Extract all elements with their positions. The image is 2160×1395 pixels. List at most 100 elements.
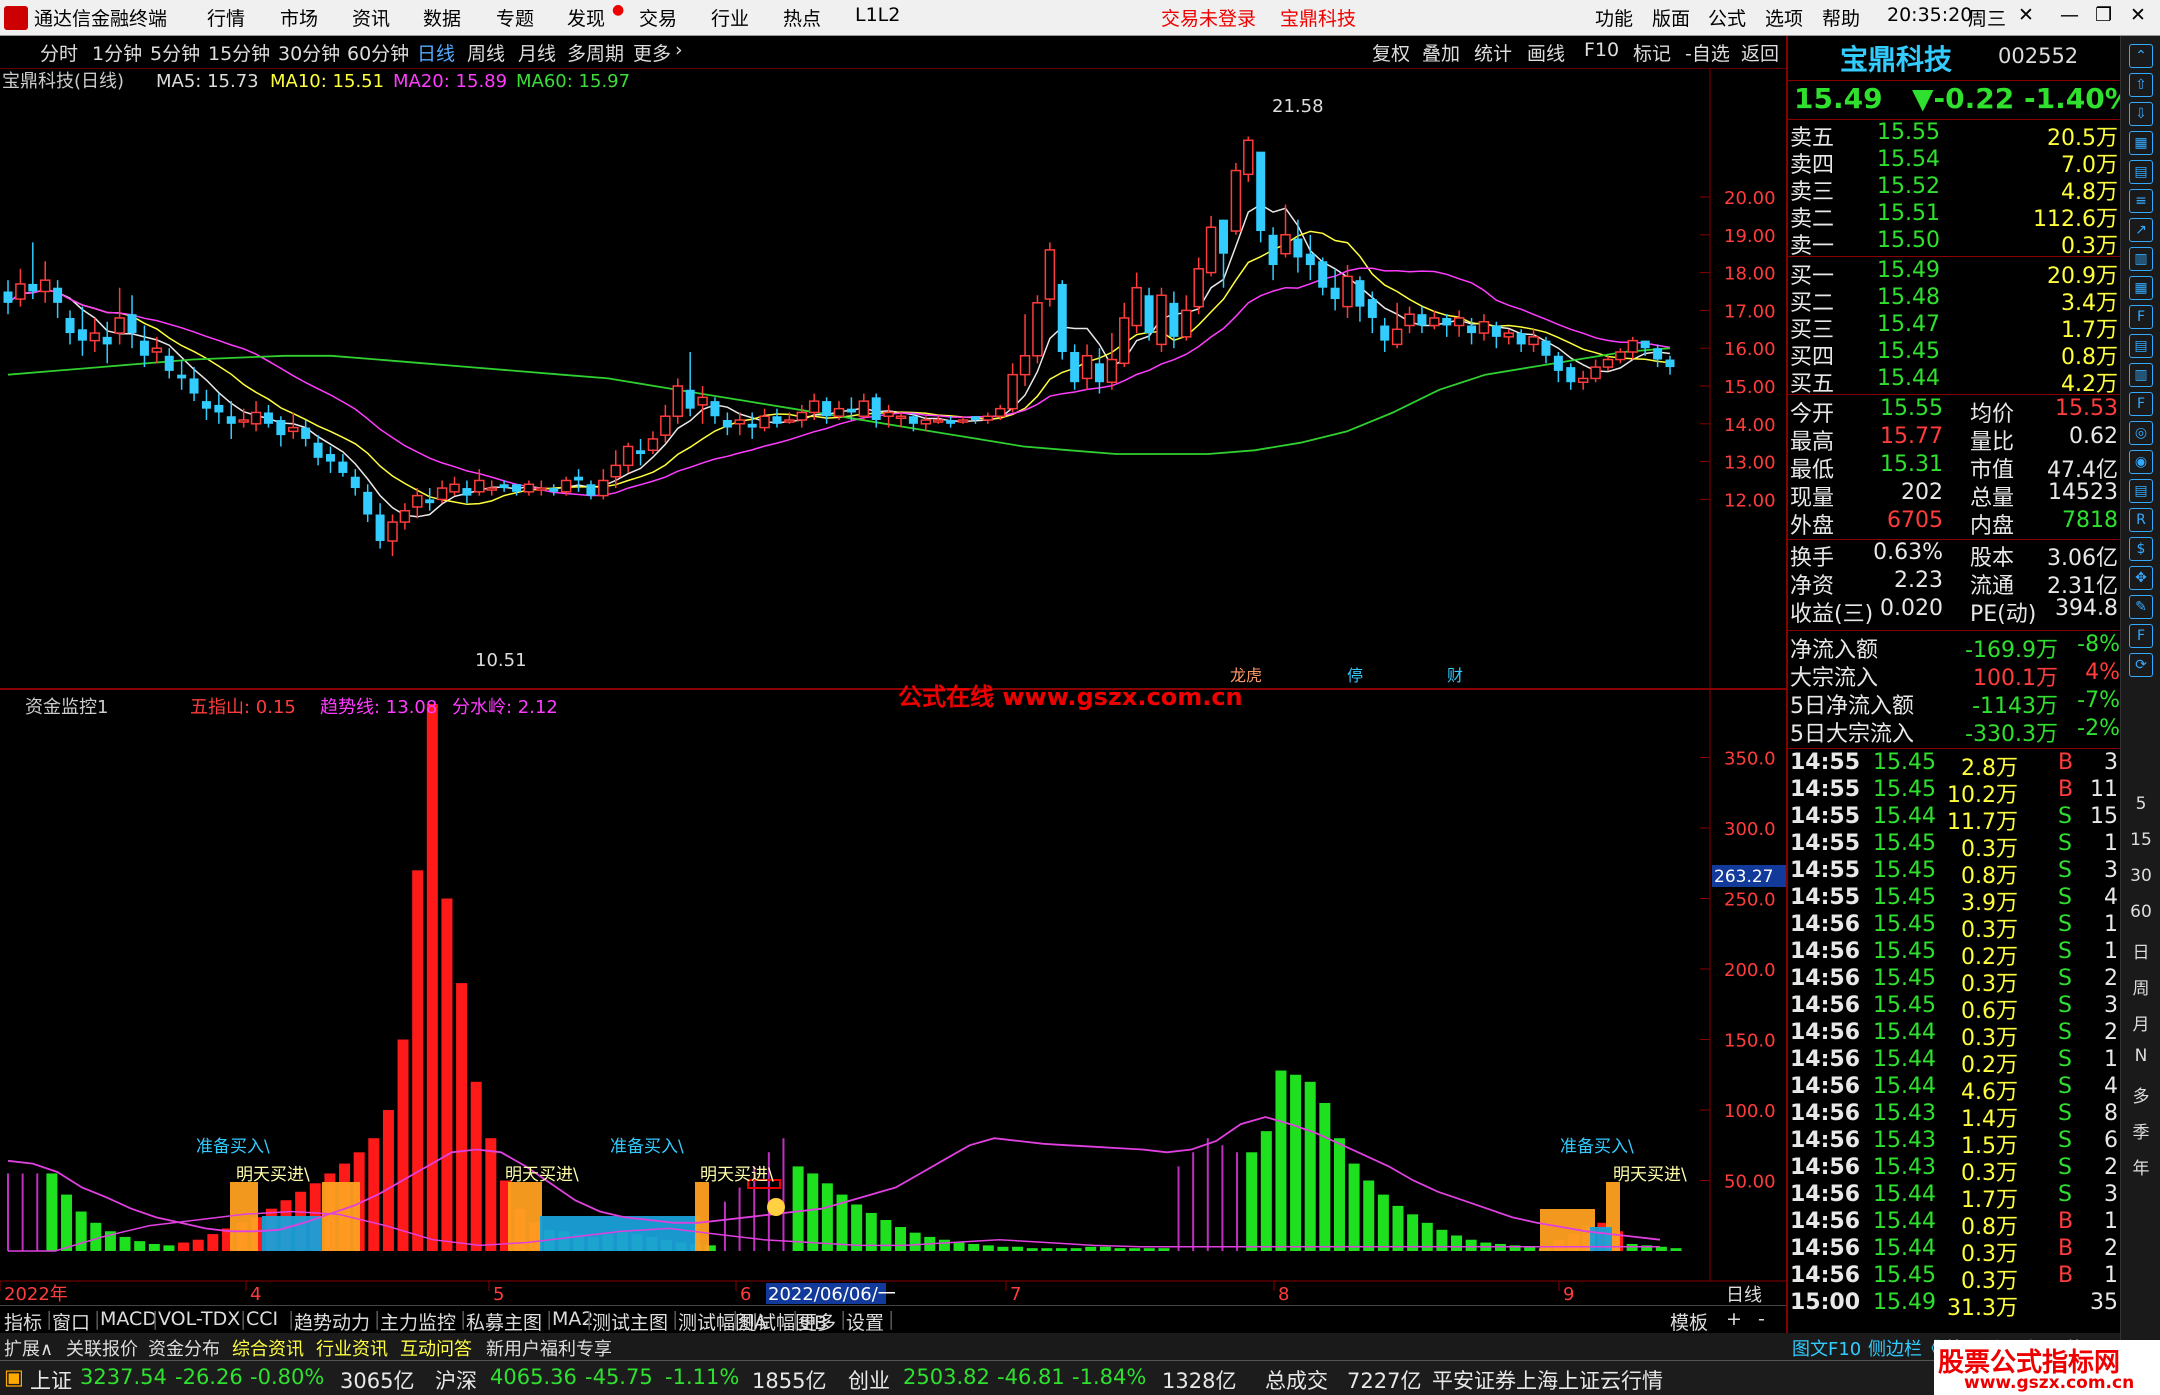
doc-icon[interactable]: ▤ <box>2129 479 2153 503</box>
close-app-icon[interactable]: ✕ <box>2018 4 2034 26</box>
tool-zixuan[interactable]: -自选 <box>1685 39 1730 66</box>
dial-icon[interactable]: ◉ <box>2129 450 2153 474</box>
indicator-tab[interactable]: 窗口 <box>52 1308 90 1335</box>
sh-label[interactable]: 上证 <box>30 1365 72 1395</box>
menu-hangqing[interactable]: 行情 <box>207 4 245 31</box>
menu-banmian[interactable]: 版面 <box>1652 4 1690 31</box>
move-icon[interactable]: ✥ <box>2129 566 2153 590</box>
menu-shichang[interactable]: 市场 <box>280 4 318 31</box>
period-15min[interactable]: 15分钟 <box>208 39 270 66</box>
period-weekly[interactable]: 周线 <box>467 39 505 66</box>
period-monthly[interactable]: 月线 <box>518 39 556 66</box>
menu-gongshi[interactable]: 公式 <box>1708 4 1746 31</box>
sidebar-period-5[interactable]: 周 <box>2121 974 2160 999</box>
f10-icon[interactable]: F <box>2129 305 2153 329</box>
trend-icon[interactable]: ↗ <box>2129 218 2153 242</box>
chart-area[interactable]: 20.00 19.00 18.00 17.00 16.00 15.00 14.00 13.00… <box>0 69 1786 1305</box>
candle-icon[interactable]: ▥ <box>2129 247 2153 271</box>
tab-sidebar[interactable]: 侧边栏《 <box>1868 1335 1940 1361</box>
close-window-icon[interactable]: ✕ <box>2130 4 2146 26</box>
tool-f10[interactable]: F10 <box>1584 39 1619 61</box>
indicator-tab[interactable]: 趋势动力 <box>294 1308 370 1335</box>
indicator-tab[interactable]: 私募主图 <box>466 1308 542 1335</box>
menu-zhuanti[interactable]: 专题 <box>496 4 534 31</box>
indicator-tab[interactable]: CCI <box>246 1308 278 1330</box>
indicator-tab[interactable]: 更多 <box>798 1308 836 1335</box>
sidebar-period-6[interactable]: 月 <box>2121 1010 2160 1035</box>
indicator-tab[interactable]: VOL-TDX <box>158 1308 240 1330</box>
indicator-tab[interactable]: 测试主图 <box>592 1308 668 1335</box>
ext-tab[interactable]: 新用户福利专享 <box>486 1335 612 1361</box>
status-menu-icon[interactable]: ▣ <box>4 1365 24 1389</box>
rsi-icon[interactable]: R <box>2129 508 2153 532</box>
compare-icon[interactable]: ◎ <box>2129 421 2153 445</box>
sidebar-period-2[interactable]: 30 <box>2121 866 2160 886</box>
bottom-minus[interactable]: - <box>1758 1308 1765 1330</box>
indicator-tab[interactable]: MACD <box>100 1308 157 1330</box>
indicator-tab[interactable]: 主力监控 <box>380 1308 456 1335</box>
sz-label[interactable]: 沪深 <box>435 1365 477 1395</box>
chart-icon[interactable]: ▦ <box>2129 131 2153 155</box>
cy-label[interactable]: 创业 <box>848 1365 890 1395</box>
period-30min[interactable]: 30分钟 <box>278 39 340 66</box>
period-fenshi[interactable]: 分时 <box>40 39 78 66</box>
ext-tab[interactable]: 资金分布 <box>148 1335 220 1361</box>
period-more[interactable]: 更多 <box>633 39 671 66</box>
menu-redian[interactable]: 热点 <box>783 4 821 31</box>
menu-zixun[interactable]: 资讯 <box>352 4 390 31</box>
indicator-tab[interactable]: 指标 <box>4 1308 42 1335</box>
ext-tab[interactable]: 扩展∧ <box>4 1335 53 1361</box>
period-60min[interactable]: 60分钟 <box>347 39 409 66</box>
period-multi[interactable]: 多周期 <box>567 39 624 66</box>
menu-xuanxiang[interactable]: 选项 <box>1765 4 1803 31</box>
tingpai-marker[interactable]: 停 <box>1347 666 1363 685</box>
period-daily[interactable]: 日线 <box>417 39 455 66</box>
tool-tongji[interactable]: 统计 <box>1474 39 1512 66</box>
tool-fuquan[interactable]: 复权 <box>1372 39 1410 66</box>
period-1min[interactable]: 1分钟 <box>92 39 142 66</box>
fz-icon[interactable]: F <box>2129 392 2153 416</box>
ext-tab[interactable]: 行业资讯 <box>316 1335 388 1361</box>
menu-jiaoyi[interactable]: 交易 <box>639 4 677 31</box>
sidebar-period-9[interactable]: 季 <box>2121 1118 2160 1143</box>
ext-tab[interactable]: 互动问答 <box>400 1335 472 1361</box>
bottom-template[interactable]: 模板 <box>1670 1308 1708 1335</box>
tool-diejia[interactable]: 叠加 <box>1422 39 1460 66</box>
tool-huaxian[interactable]: 画线 <box>1527 39 1565 66</box>
period-5min[interactable]: 5分钟 <box>150 39 200 66</box>
ext-tab[interactable]: 综合资讯 <box>232 1335 304 1361</box>
sidebar-period-1[interactable]: 15 <box>2121 830 2160 850</box>
more-chevron-icon[interactable]: › <box>675 39 683 61</box>
caiwu-marker[interactable]: 财 <box>1447 666 1463 685</box>
menu-gongneng[interactable]: 功能 <box>1595 4 1633 31</box>
up-arrow-icon[interactable]: ⇧ <box>2129 73 2153 97</box>
refresh-icon[interactable]: ⟳ <box>2129 653 2153 677</box>
bottom-plus[interactable]: + <box>1726 1308 1742 1330</box>
dollar-icon[interactable]: $ <box>2129 537 2153 561</box>
sidebar-period-4[interactable]: 日 <box>2121 938 2160 963</box>
menu-bangzhu[interactable]: 帮助 <box>1822 4 1860 31</box>
ext-tab[interactable]: 关联报价 <box>66 1335 138 1361</box>
sidebar-period-0[interactable]: 5 <box>2121 794 2160 814</box>
minimize-icon[interactable]: — <box>2060 4 2079 26</box>
bar-icon[interactable]: ▥ <box>2129 363 2153 387</box>
fs-icon[interactable]: F <box>2129 624 2153 648</box>
login-status[interactable]: 交易未登录 <box>1161 4 1256 31</box>
chevron-up-icon[interactable]: ⌃ <box>2129 44 2153 68</box>
menu-faxian[interactable]: 发现 <box>567 4 605 31</box>
indicator-tab[interactable]: 设置 <box>846 1308 884 1335</box>
sidebar-period-8[interactable]: 多 <box>2121 1082 2160 1107</box>
list-icon[interactable]: ≡ <box>2129 189 2153 213</box>
sidebar-period-3[interactable]: 60 <box>2121 902 2160 922</box>
menu-shuju[interactable]: 数据 <box>423 4 461 31</box>
sidebar-period-7[interactable]: N <box>2121 1046 2160 1066</box>
grid-icon[interactable]: ▤ <box>2129 160 2153 184</box>
report-icon[interactable]: ▤ <box>2129 334 2153 358</box>
tool-fanhui[interactable]: 返回 <box>1741 39 1779 66</box>
sidebar-period-10[interactable]: 年 <box>2121 1154 2160 1179</box>
menu-l1l2[interactable]: L1L2 <box>855 4 900 26</box>
maximize-icon[interactable]: ❐ <box>2095 4 2112 26</box>
tab-f10[interactable]: 图文F10 <box>1792 1335 1861 1361</box>
table-icon[interactable]: ▦ <box>2129 276 2153 300</box>
pen-icon[interactable]: ✎ <box>2129 595 2153 619</box>
